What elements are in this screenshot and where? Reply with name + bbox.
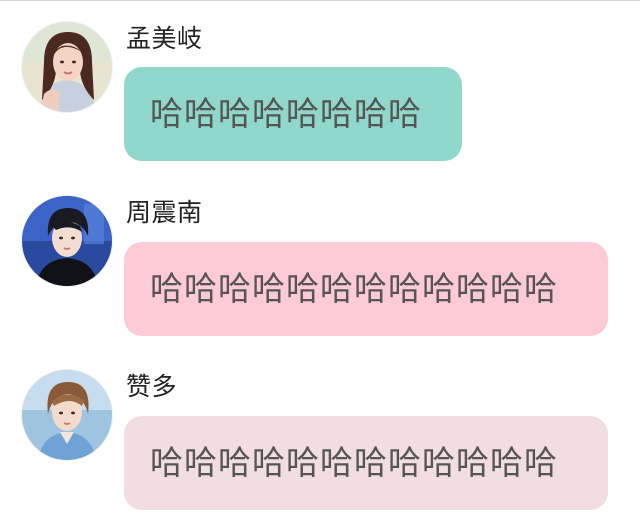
male-portrait-avatar-icon	[22, 196, 112, 286]
message-bubble[interactable]: 哈哈哈哈哈哈哈哈哈哈哈哈	[124, 416, 608, 510]
avatar[interactable]	[22, 196, 112, 286]
message-text: 哈哈哈哈哈哈哈哈哈哈哈哈	[150, 269, 558, 308]
sender-name: 孟美岐	[126, 24, 203, 53]
female-portrait-avatar-icon	[22, 22, 112, 112]
sender-name: 周震南	[126, 198, 203, 227]
message-bubble[interactable]: 哈哈哈哈哈哈哈哈	[124, 67, 462, 161]
message-bubble[interactable]: 哈哈哈哈哈哈哈哈哈哈哈哈	[124, 242, 608, 336]
sender-name: 赞多	[126, 372, 178, 401]
avatar[interactable]	[22, 22, 112, 112]
male-portrait-avatar-icon	[22, 370, 112, 460]
message-text: 哈哈哈哈哈哈哈哈哈哈哈哈	[150, 443, 558, 482]
chat-message-list: 孟美岐 哈哈哈哈哈哈哈哈 周震南 哈哈哈哈哈哈哈哈哈哈哈哈 赞多 哈哈哈哈哈哈哈…	[0, 0, 640, 521]
message-text: 哈哈哈哈哈哈哈哈	[150, 94, 422, 133]
avatar[interactable]	[22, 370, 112, 460]
